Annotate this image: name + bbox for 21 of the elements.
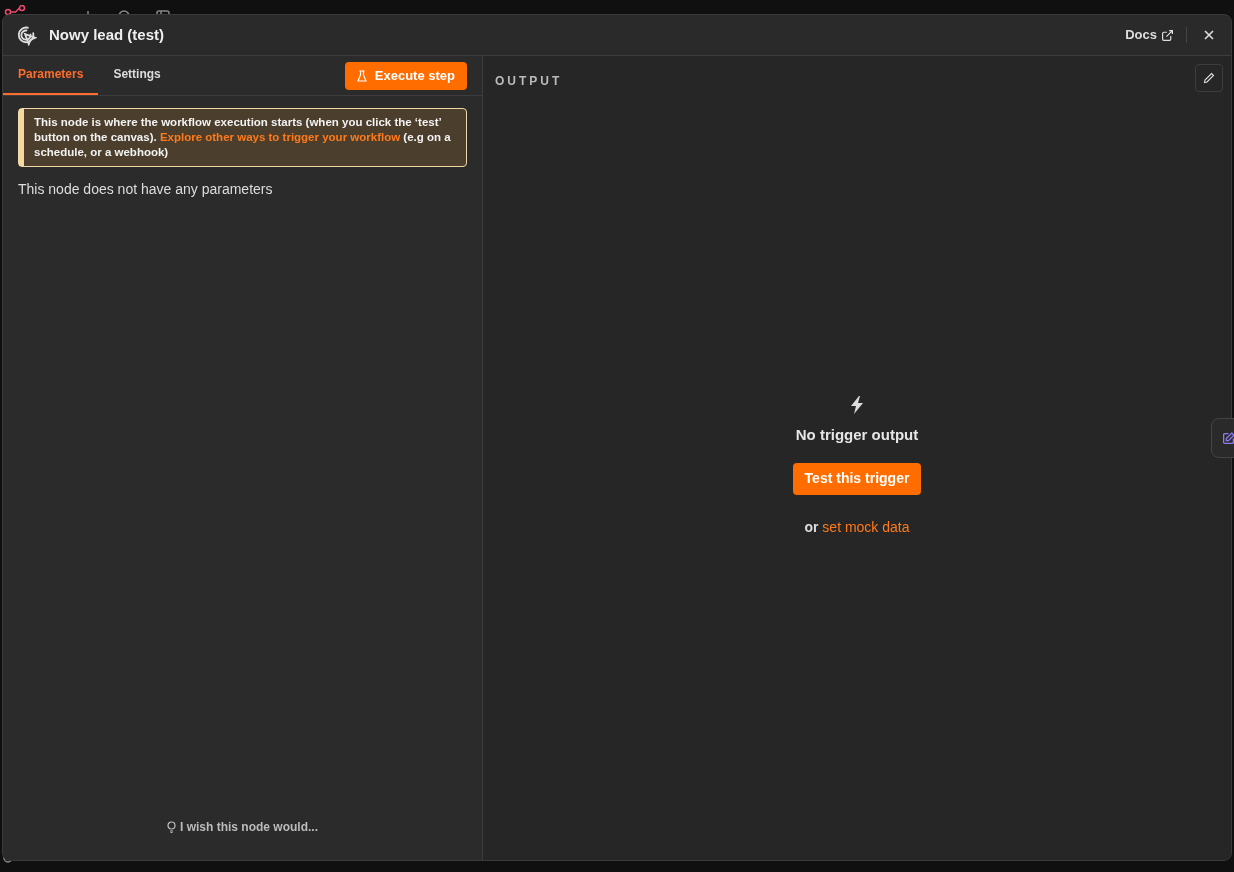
output-label: OUTPUT	[495, 72, 563, 90]
edit-icon	[1222, 431, 1234, 445]
flask-icon	[356, 70, 367, 82]
mock-data-text: or set mock data	[804, 517, 910, 537]
feedback-link[interactable]: I wish this node would...	[167, 818, 318, 836]
lightbulb-icon	[167, 821, 176, 833]
empty-output-title: No trigger output	[795, 425, 919, 445]
external-link-icon	[1161, 28, 1174, 42]
pencil-icon	[1203, 72, 1215, 84]
edit-button[interactable]	[1195, 64, 1223, 92]
side-edit-button[interactable]	[1211, 418, 1234, 458]
tab[interactable]: Parameters	[3, 55, 99, 95]
notice-link[interactable]: Explore other ways to trigger your workflow	[159, 131, 401, 143]
lightning-icon	[850, 396, 864, 414]
mock-data-link[interactable]: set mock data	[822, 518, 910, 535]
notice-text: This node is where the workflow execution starts (when you click the ‘test’ button on the canvas). Explore other ways to trigger your workflow (e.g on a schedule, or a webhook)	[33, 115, 452, 160]
empty-parameters-text: This node does not have any parameters	[18, 180, 274, 199]
close-icon	[1204, 30, 1214, 40]
dialog-title: Nowy lead (test)	[49, 24, 165, 45]
tab[interactable]: Settings	[98, 55, 176, 95]
docs-link[interactable]: Docs	[1125, 25, 1174, 45]
